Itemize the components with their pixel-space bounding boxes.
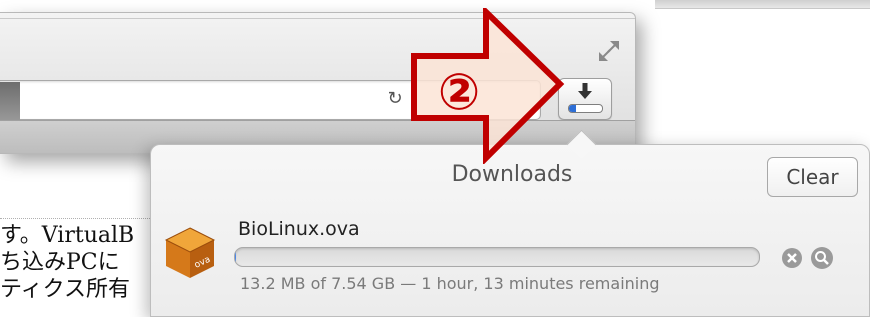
- ova-package-icon: ova: [164, 227, 216, 278]
- cancel-icon[interactable]: [781, 247, 803, 269]
- download-item-status: 13.2 MB of 7.54 GB — 1 hour, 13 minutes …: [240, 274, 660, 293]
- clear-button[interactable]: Clear: [767, 157, 858, 197]
- download-arrow-icon: [578, 83, 592, 99]
- download-item-progress: [234, 247, 760, 267]
- annotation-step-number: ②: [437, 63, 481, 121]
- download-item-name: BioLinux.ova: [238, 218, 360, 240]
- background-window-edge: [655, 0, 870, 9]
- background-page-edge: [0, 82, 20, 122]
- magnifier-icon[interactable]: [810, 246, 834, 270]
- page-divider: [0, 218, 160, 219]
- reload-icon[interactable]: ↻: [384, 88, 406, 110]
- download-item-progress-fill: [235, 248, 237, 266]
- downloads-button-progress-fill: [569, 105, 576, 112]
- fullscreen-icon[interactable]: [596, 38, 622, 64]
- downloads-button-progress: [568, 104, 603, 113]
- downloads-title: Downloads: [451, 162, 573, 187]
